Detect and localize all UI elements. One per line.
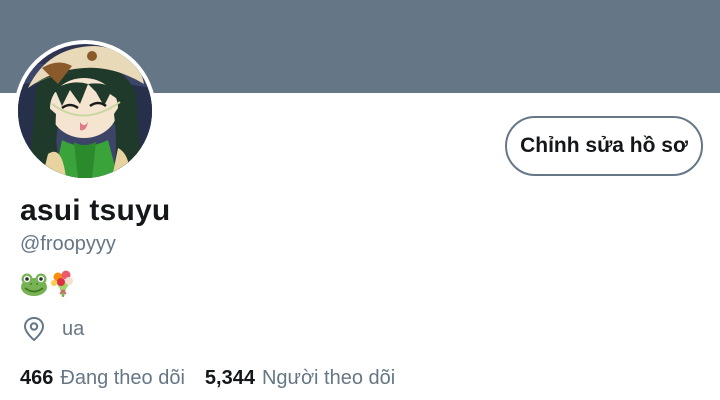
avatar-frame[interactable] [14,40,156,182]
edit-profile-button[interactable]: Chỉnh sửa hồ sơ [505,116,703,176]
following-label: Đang theo dõi [60,367,185,389]
followers-count: 5,344 [204,367,255,389]
bio [20,270,76,298]
followers-stat[interactable]: 5,344 Người theo dõi [205,365,395,391]
frog-face-emoji-icon [21,273,47,296]
location-pin-icon [23,316,45,342]
bouquet-emoji-icon [51,270,73,297]
location-text: ua [62,318,85,340]
anime-character-avatar-icon [18,44,152,178]
avatar[interactable] [18,44,152,178]
following-count: 466 [20,367,54,389]
profile-location: ua [22,316,84,342]
follow-stats: 466 Đang theo dõi 5,344 Người theo dõi [20,365,415,391]
display-name: asui tsuyu [20,194,171,227]
followers-label: Người theo dõi [261,367,396,389]
following-stat[interactable]: 466 Đang theo dõi [20,365,185,391]
username-handle: @froopyyy [20,233,116,255]
